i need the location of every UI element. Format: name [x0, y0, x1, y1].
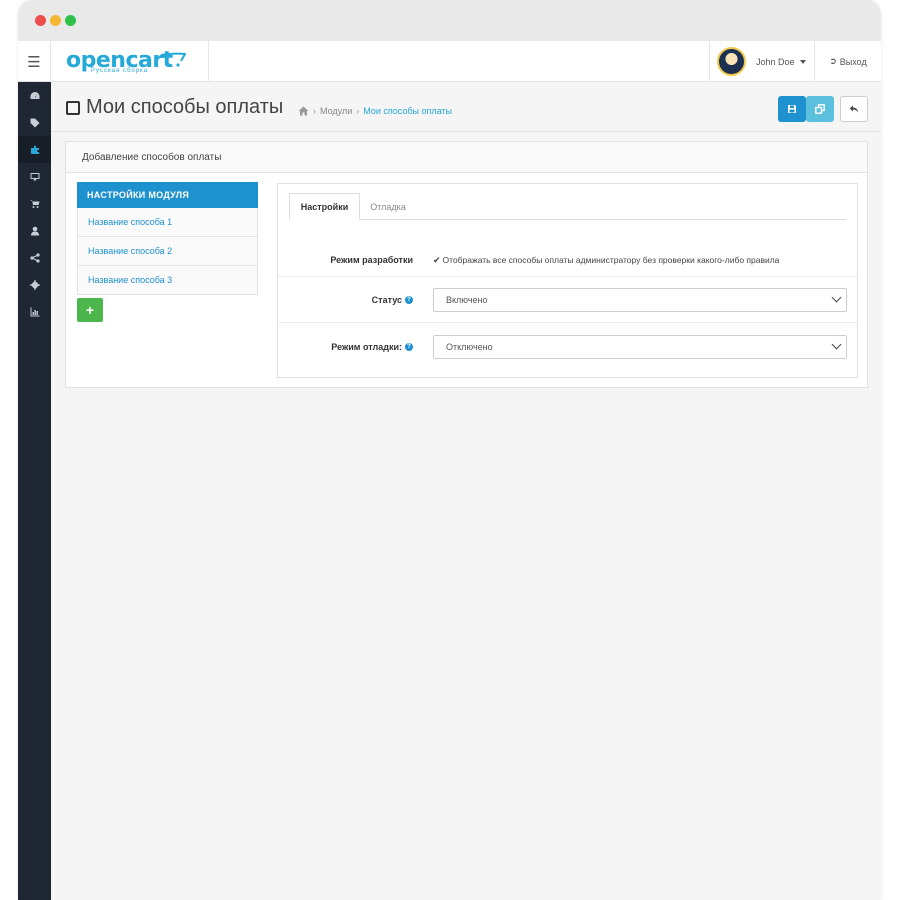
- maximize-window-button[interactable]: [65, 15, 76, 26]
- logo-subtitle: Русская сборка: [91, 68, 149, 74]
- cog-icon: [29, 279, 40, 290]
- page-header: Мои способы оплаты › Модули › Мои способ…: [51, 82, 881, 132]
- dev-mode-checkbox[interactable]: ✔ Отображать все способы оплаты администр…: [433, 255, 779, 266]
- logout-link[interactable]: ➲ Выход: [815, 41, 881, 82]
- question-icon[interactable]: ?: [405, 342, 413, 351]
- breadcrumb-separator: ›: [356, 106, 360, 116]
- question-icon[interactable]: ?: [405, 296, 413, 304]
- settings-form: Настройки Отладка Режим разработки ✔ Отоб…: [277, 183, 858, 378]
- payment-method-item-1[interactable]: Название способа 1: [77, 208, 258, 237]
- sidebar-item-marketing[interactable]: [18, 244, 51, 271]
- sidebar-item-catalog[interactable]: [18, 109, 51, 136]
- debug-mode-select-value: Отключено: [446, 341, 493, 352]
- sidebar-item-dashboard[interactable]: [18, 82, 51, 109]
- sidebar-item-sales[interactable]: [18, 190, 51, 217]
- top-header: ☰ opencart Русская сборка John Doe ➲ Вых…: [18, 41, 881, 82]
- save-button[interactable]: [778, 96, 806, 122]
- dev-mode-row: Режим разработки ✔ Отображать все способы…: [278, 244, 857, 277]
- desktop-icon: [30, 172, 39, 180]
- add-payment-method-button[interactable]: +: [77, 298, 103, 322]
- main-content: Мои способы оплаты › Модули › Мои способ…: [51, 82, 881, 900]
- copy-icon: [815, 104, 825, 114]
- breadcrumb-modules[interactable]: Модули: [320, 106, 352, 116]
- sidebar-item-system[interactable]: [18, 271, 51, 298]
- tab-bar: Настройки Отладка: [289, 193, 846, 220]
- window-titlebar: [18, 0, 881, 41]
- checkmark-icon: ✔: [433, 254, 441, 265]
- puzzle-icon: [30, 145, 39, 154]
- caret-down-icon: [799, 59, 806, 64]
- breadcrumb-current[interactable]: Мои способы оплаты: [363, 106, 452, 116]
- payment-method-item-3[interactable]: Название способа 3: [77, 266, 258, 295]
- status-label-text: Статус: [371, 295, 402, 305]
- close-window-button[interactable]: [35, 15, 46, 26]
- page-title-text: Мои способы оплаты: [86, 96, 284, 118]
- sidebar-item-reports[interactable]: [18, 298, 51, 325]
- dev-mode-label: Режим разработки: [330, 255, 413, 265]
- status-select[interactable]: Включено: [433, 288, 847, 312]
- save-icon: [788, 105, 796, 113]
- debug-mode-label: Режим отладки: ?: [331, 342, 413, 352]
- tab-debug[interactable]: Отладка: [360, 193, 416, 220]
- breadcrumb: › Модули › Мои способы оплаты: [298, 106, 452, 116]
- avatar: [717, 47, 746, 76]
- page-title: Мои способы оплаты: [66, 96, 283, 119]
- back-button[interactable]: [840, 96, 868, 122]
- status-select-value: Включено: [446, 295, 488, 305]
- status-row: Статус ? Включено: [278, 278, 857, 323]
- module-settings-item[interactable]: НАСТРОЙКИ МОДУЛЯ: [77, 182, 258, 208]
- chevron-down-icon: [831, 339, 842, 349]
- sidebar-item-extensions[interactable]: [18, 136, 51, 163]
- logo-cart-icon: [160, 52, 186, 67]
- user-name: John Doe: [756, 56, 795, 67]
- hamburger-icon: ☰: [27, 53, 41, 71]
- home-icon[interactable]: [298, 106, 309, 116]
- share-icon: [29, 252, 40, 263]
- bar-chart-icon: [30, 307, 39, 316]
- tags-icon: [30, 118, 39, 127]
- logo[interactable]: opencart Русская сборка: [51, 41, 209, 82]
- debug-mode-row: Режим отладки: ? Отключено: [278, 324, 857, 369]
- sidebar: [18, 82, 51, 900]
- module-nav: НАСТРОЙКИ МОДУЛЯ Название способа 1 Назв…: [77, 182, 258, 295]
- user-menu[interactable]: John Doe: [709, 41, 815, 82]
- dashboard-icon: [29, 91, 40, 99]
- user-icon: [30, 226, 39, 235]
- reply-icon: [849, 105, 859, 113]
- menu-toggle-button[interactable]: ☰: [18, 41, 51, 82]
- cart-icon: [30, 199, 39, 208]
- payment-method-item-2[interactable]: Название способа 2: [77, 237, 258, 266]
- copy-button[interactable]: [806, 96, 834, 122]
- chevron-down-icon: [831, 292, 842, 303]
- debug-mode-select[interactable]: Отключено: [433, 334, 847, 359]
- breadcrumb-separator: ›: [313, 106, 316, 116]
- browser-window: ☰ opencart Русская сборка John Doe ➲ Вых…: [18, 0, 881, 900]
- sign-out-icon: ➲: [829, 56, 837, 66]
- panel-heading: Добавление способов оплаты: [66, 142, 867, 173]
- dev-mode-checkbox-text: Отображать все способы оплаты администра…: [442, 254, 780, 265]
- payment-methods-panel: Добавление способов оплаты НАСТРОЙКИ МОД…: [65, 141, 868, 388]
- sidebar-item-customers[interactable]: [18, 217, 51, 244]
- status-label: Статус ?: [372, 295, 413, 305]
- minimize-window-button[interactable]: [50, 15, 61, 26]
- logout-label: Выход: [839, 56, 867, 67]
- sidebar-item-design[interactable]: [18, 163, 51, 190]
- debug-mode-label-text: Режим отладки:: [331, 341, 402, 352]
- square-icon: [66, 100, 80, 115]
- tab-settings[interactable]: Настройки: [289, 193, 360, 220]
